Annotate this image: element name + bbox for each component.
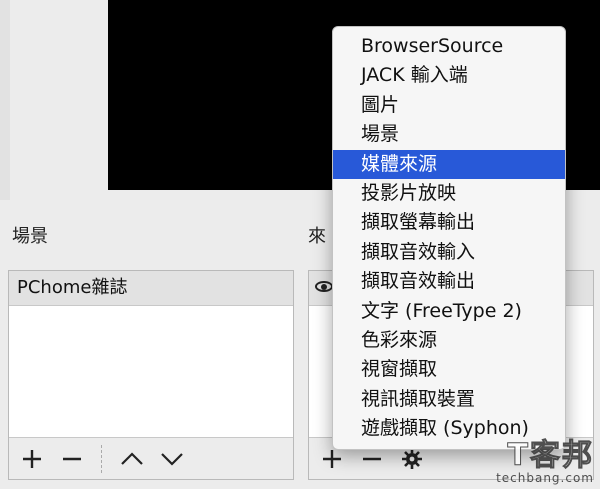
menu-item[interactable]: 視訊擷取裝置 <box>333 385 565 414</box>
chevron-down-icon <box>161 452 183 466</box>
scene-item[interactable]: PChome雜誌 <box>9 271 293 306</box>
gear-icon <box>402 448 422 469</box>
watermark: T客邦 techbang.com <box>496 438 594 485</box>
plus-icon <box>23 449 41 468</box>
minus-icon <box>363 457 381 460</box>
scenes-toolbar <box>9 437 293 479</box>
watermark-url: techbang.com <box>496 471 594 485</box>
menu-item[interactable]: 投影片放映 <box>333 179 565 208</box>
scenes-panel-title: 場景 <box>12 226 48 247</box>
chevron-up-icon <box>121 451 143 465</box>
menu-item[interactable]: 擷取螢幕輸出 <box>333 208 565 237</box>
minus-icon <box>63 457 81 460</box>
menu-item[interactable]: 擷取音效輸出 <box>333 267 565 296</box>
scenes-list[interactable]: PChome雜誌 <box>8 270 294 480</box>
menu-item[interactable]: 視窗擷取 <box>333 355 565 384</box>
menu-item[interactable]: 圖片 <box>333 91 565 120</box>
menu-item[interactable]: JACK 輸入端 <box>333 61 565 90</box>
toolbar-separator <box>101 444 103 473</box>
remove-scene-button[interactable] <box>57 444 87 474</box>
add-scene-button[interactable] <box>17 444 47 474</box>
eye-icon[interactable] <box>315 281 333 292</box>
preview-left-strip <box>0 0 10 200</box>
sources-panel-title: 來 <box>308 226 326 247</box>
menu-item[interactable]: 色彩來源 <box>333 326 565 355</box>
menu-item[interactable]: 文字 (FreeType 2) <box>333 297 565 326</box>
menu-item[interactable]: 擷取音效輸入 <box>333 238 565 267</box>
move-scene-down-button[interactable] <box>157 444 187 474</box>
plus-icon <box>323 449 341 468</box>
add-source-context-menu: BrowserSource JACK 輸入端 圖片 場景 媒體來源 投影片放映 擷取螢幕輸出… <box>332 26 566 450</box>
menu-item[interactable]: 媒體來源 <box>333 149 565 179</box>
menu-item[interactable]: BrowserSource <box>333 32 565 61</box>
menu-item[interactable]: 場景 <box>333 120 565 149</box>
move-scene-up-button[interactable] <box>117 444 147 474</box>
watermark-logo: T客邦 <box>507 438 594 473</box>
